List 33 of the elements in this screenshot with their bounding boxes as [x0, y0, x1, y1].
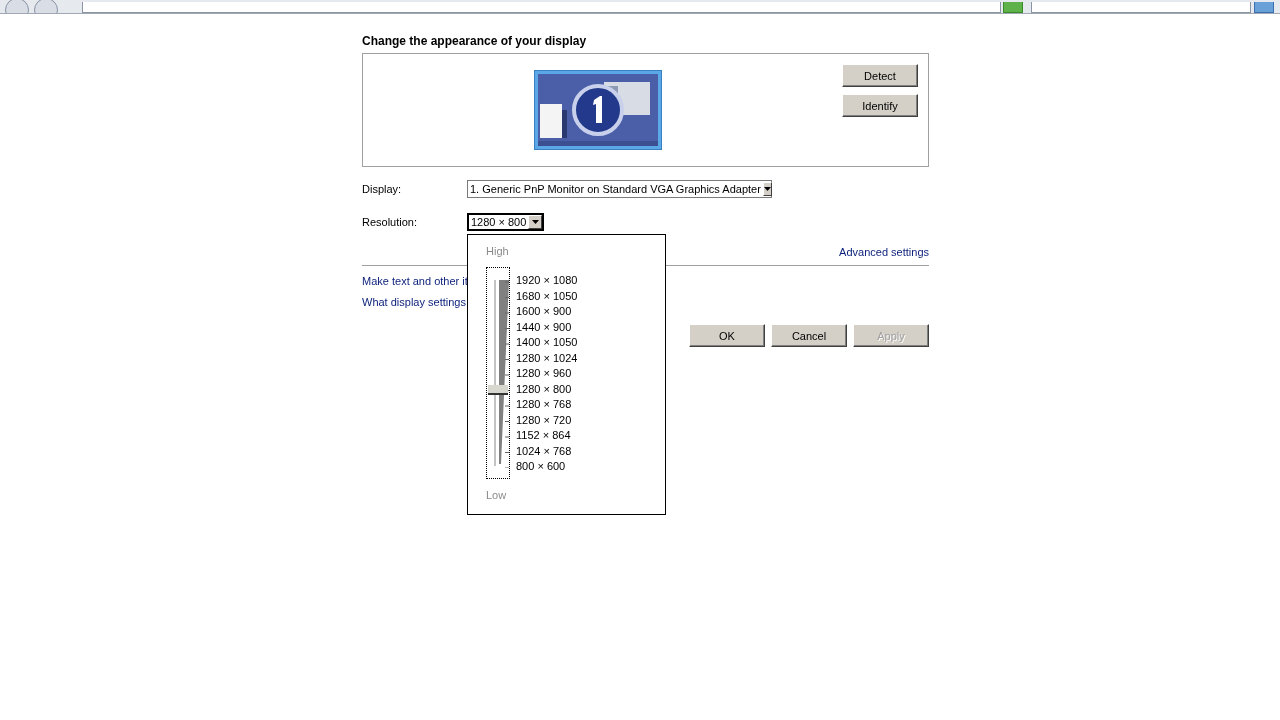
- resolution-option[interactable]: 1440 × 900: [516, 319, 578, 335]
- display-label: Display:: [362, 183, 403, 195]
- resolution-option[interactable]: 1680 × 1050: [516, 288, 578, 304]
- resolution-label: Resolution:: [362, 216, 419, 228]
- resolution-option[interactable]: 1280 × 800: [516, 381, 578, 397]
- search-field[interactable]: [1031, 2, 1251, 13]
- low-label: Low: [486, 489, 508, 503]
- dialog-button[interactable]: Cancel: [771, 324, 847, 347]
- resolution-option[interactable]: 1400 × 1050: [516, 335, 578, 351]
- resolution-option[interactable]: 1280 × 1024: [516, 350, 578, 366]
- resolution-slider[interactable]: [486, 267, 510, 479]
- display-dropdown[interactable]: 1. Generic PnP Monitor on Standard VGA Graphics Adapter: [467, 180, 772, 198]
- resolution-dropdown[interactable]: 1280 × 800: [467, 213, 545, 231]
- slider-thumb[interactable]: [488, 384, 508, 395]
- dialog-button[interactable]: OK: [689, 324, 765, 347]
- high-label: High: [486, 245, 510, 259]
- resolution-option[interactable]: 1152 × 864: [516, 428, 578, 444]
- monitor-drawing[interactable]: [534, 70, 662, 150]
- search-button[interactable]: [1254, 2, 1274, 13]
- help-link[interactable]: What display settings: [362, 296, 466, 308]
- monitor-button[interactable]: Identify: [842, 94, 918, 117]
- address-field[interactable]: [82, 2, 1001, 13]
- resolution-option[interactable]: 1920 × 1080: [516, 273, 578, 289]
- resolution-option[interactable]: 1280 × 720: [516, 412, 578, 428]
- resolution-option[interactable]: 1280 × 768: [516, 397, 578, 413]
- go-button[interactable]: [1003, 2, 1023, 13]
- resolution-option[interactable]: 1600 × 900: [516, 304, 578, 320]
- resolution-option[interactable]: 1024 × 768: [516, 443, 578, 459]
- resolution-option[interactable]: 1280 × 960: [516, 366, 578, 382]
- resolution-option[interactable]: 800 × 600: [516, 459, 578, 475]
- advanced-settings-link[interactable]: Advanced settings: [839, 246, 929, 258]
- monitor-button[interactable]: Detect: [842, 64, 918, 87]
- page-title: Change the appearance of your display: [362, 33, 588, 50]
